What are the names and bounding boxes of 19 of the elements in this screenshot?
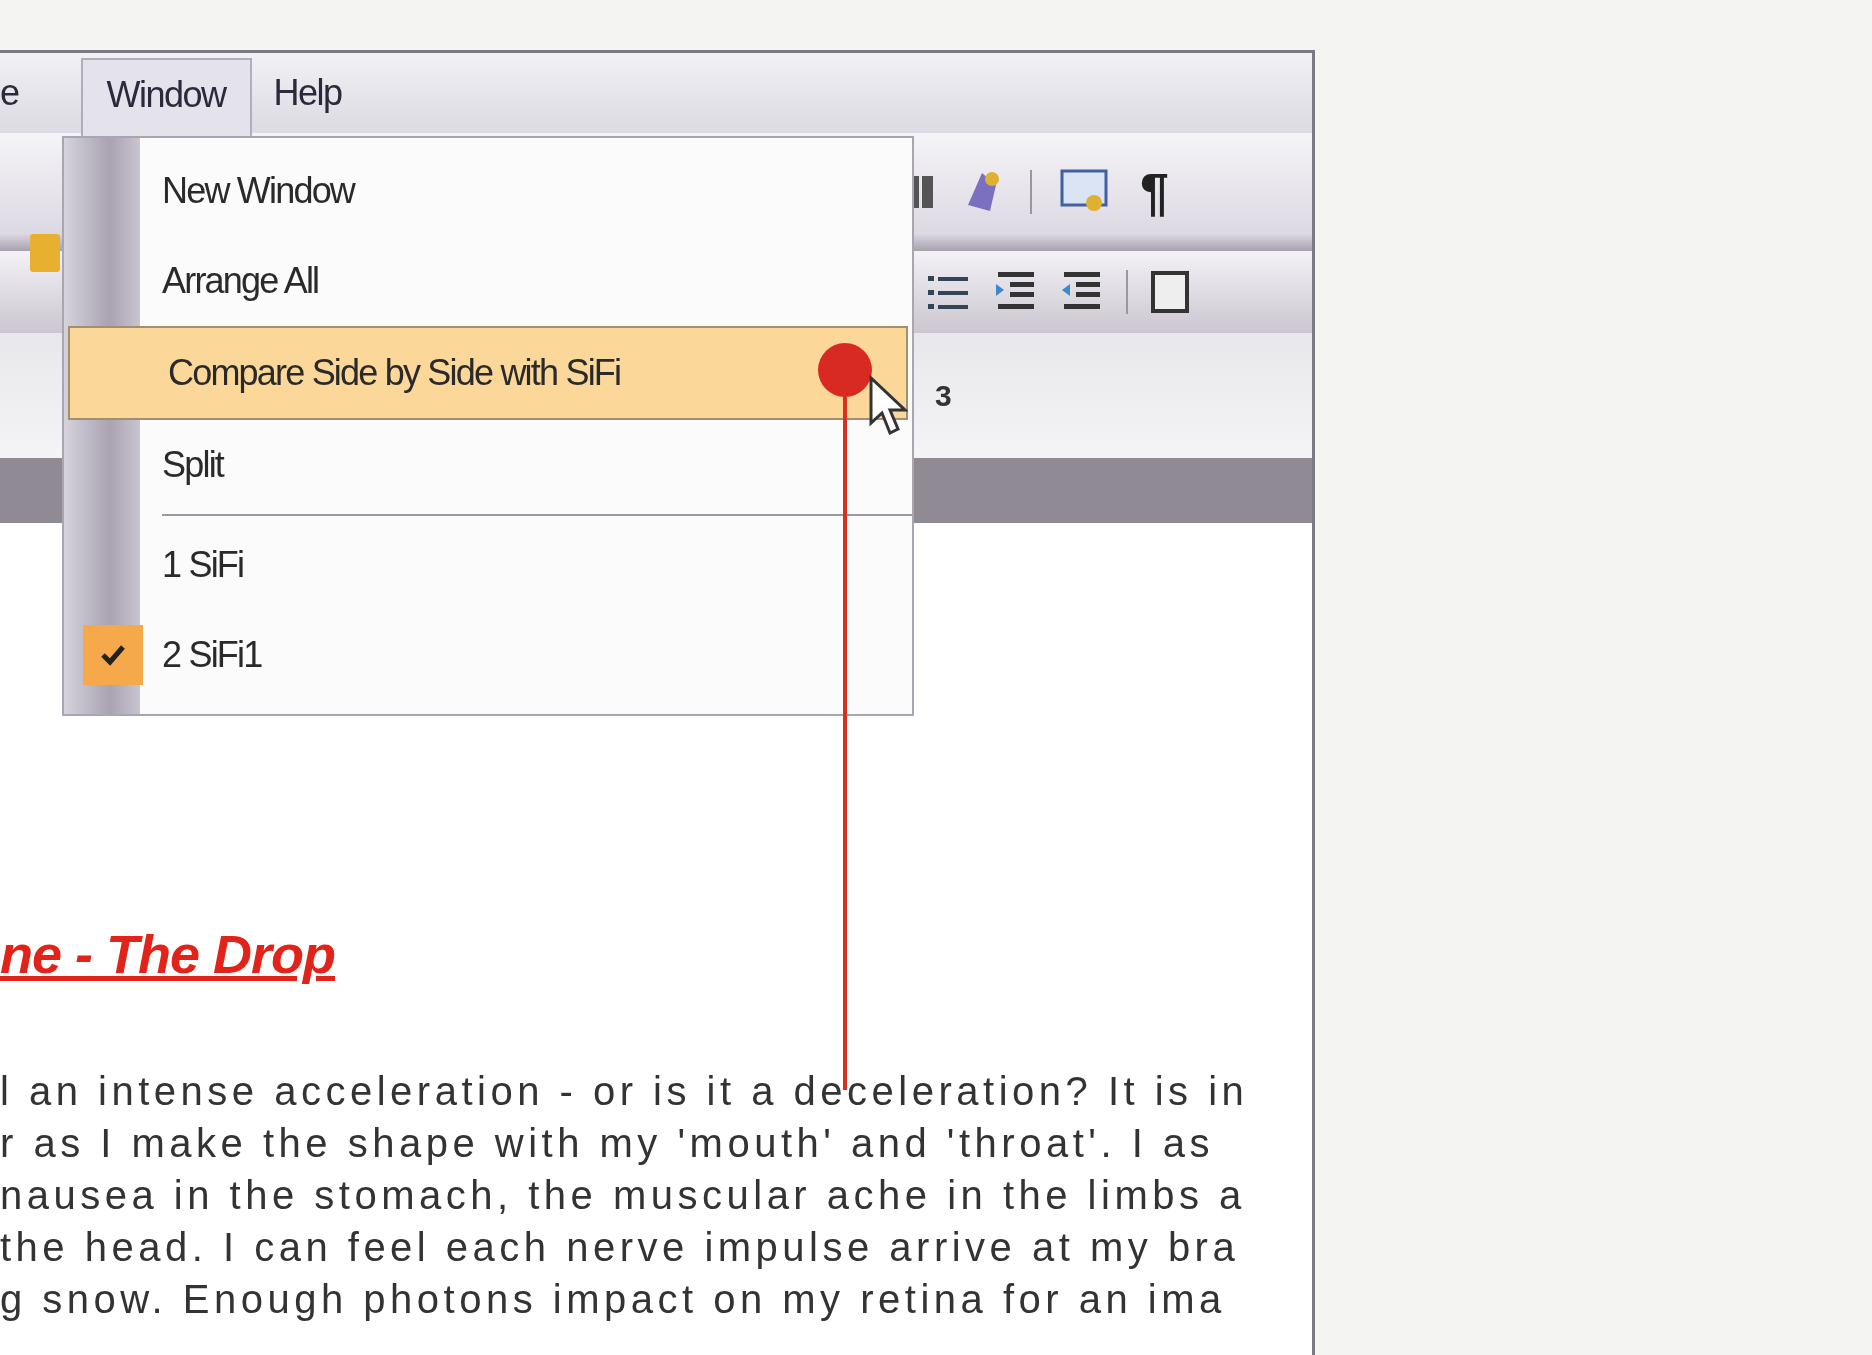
body-text-line: l an intense acceleration - or is it a deceleration? It is in (0, 1068, 1250, 1115)
document-heading: ne - The Drop (0, 923, 336, 985)
menu-title[interactable]: Help (251, 60, 364, 126)
border-icon[interactable] (1150, 270, 1190, 314)
menu-item[interactable]: 1 SiFi (64, 520, 912, 610)
menu-item[interactable]: New Window (64, 146, 912, 236)
body-text-line: r as I make the shape with my 'mouth' and 'throat'. I as (0, 1120, 1216, 1167)
menu-item[interactable]: Split (64, 420, 912, 510)
body-text-line: nausea in the stomach, the muscular ache in the limbs a (0, 1172, 1247, 1219)
body-text-line: g snow. Enough photons impact on my retina for an ima (0, 1276, 1227, 1323)
menu-title[interactable]: e (0, 60, 41, 126)
pilcrow-icon[interactable]: ¶ (1140, 162, 1169, 222)
mouse-cursor-icon (868, 375, 908, 437)
menu-item[interactable]: Arrange All (64, 236, 912, 326)
menu-item[interactable]: 2 SiFi1 (64, 610, 912, 700)
menu-title[interactable]: Window (80, 58, 252, 138)
menu-item[interactable]: Compare Side by Side with SiFi (68, 326, 908, 420)
body-text-line: the head. I can feel each nerve impulse arrive at my bra (0, 1224, 1241, 1271)
ruler-number: 3 (935, 378, 952, 413)
